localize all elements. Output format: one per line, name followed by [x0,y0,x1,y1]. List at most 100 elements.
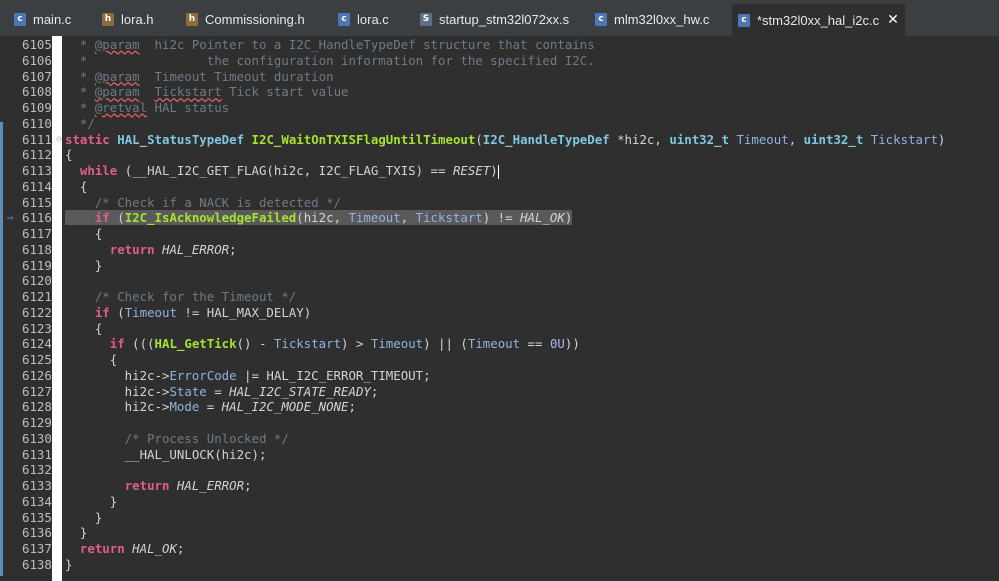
code-line[interactable]: 6106 * the configuration information for… [0,53,999,69]
c-file-icon: c [338,12,350,26]
line-number: 6136 [22,525,52,541]
line-number: 6127 [22,383,52,399]
code-line[interactable]: 6117 { [0,226,999,242]
code-text: { [65,147,73,163]
c-file-icon: c [738,13,750,27]
code-line[interactable]: 6133 return HAL_ERROR; [0,478,999,494]
code-text: /* Check for the Timeout */ [65,289,297,304]
tab-commissioning-h[interactable]: h Commissioning.h [186,8,305,30]
code-text: return HAL_ERROR; [109,241,237,257]
tab-mlm32l0xx-hw-c[interactable]: c mlm32l0xx_hw.c [595,8,709,30]
code-text: * @retval HAL status [65,100,230,115]
code-line[interactable]: 6126 hi2c->ErrorCode |= HAL_I2C_ERROR_TI… [0,368,999,384]
line-number: 6116 [22,210,52,226]
tab-stm32l0xx-hal-i2c-c[interactable]: c *stm32l0xx_hal_i2c.c ✕ [732,4,905,36]
code-line[interactable]: 6116 ⇨ if (I2C_IsAcknowledgeFailed(hi2c, … [0,210,999,226]
line-number: 6128 [22,399,52,415]
code-line[interactable]: 6124 if (((HAL_GetTick() - Tickstart) > … [0,336,999,352]
line-number: 6111 [22,131,52,147]
s-file-icon: S [420,12,432,26]
code-text: { [65,178,88,194]
code-text: * the configuration information for the … [65,52,595,68]
current-line-arrow-icon: ⇨ [7,211,14,225]
line-number: 6138 [22,556,52,572]
code-line[interactable]: 6113 while (__HAL_I2C_GET_FLAG(hi2c, I2C… [0,163,999,179]
code-line[interactable]: 6128 hi2c->Mode = HAL_I2C_MODE_NONE; [0,399,999,415]
line-number: 6129 [22,415,52,430]
code-text: static HAL_StatusTypeDef I2C_WaitOnTXISF… [65,131,946,147]
code-line[interactable]: 6121 /* Check for the Timeout */ [0,289,999,305]
code-line[interactable]: 6109 * @retval HAL status [0,100,999,116]
code-line[interactable]: 6120 [0,273,999,289]
code-text: } [65,257,103,273]
code-line[interactable]: 6114 { [0,179,999,195]
code-line[interactable]: 6110 */ [0,116,999,132]
tab-lora-h[interactable]: h lora.h [102,8,154,30]
code-line[interactable]: 6125 { [0,352,999,368]
line-number: 6126 [22,367,52,383]
line-number: 6137 [22,541,52,556]
line-number: 6125 [22,352,52,367]
code-line[interactable]: 6129 [0,415,999,431]
line-number: 6121 [22,289,52,304]
line-number: 6123 [22,320,52,336]
code-text: } [65,509,103,525]
line-number: 6108 [22,84,52,100]
code-text: if (((HAL_GetTick() - Tickstart) > Timeo… [109,336,580,352]
code-line[interactable]: 6136 } [0,525,999,541]
code-line[interactable]: 6111 ⊖ static HAL_StatusTypeDef I2C_WaitOn… [0,132,999,148]
tab-startup-s[interactable]: Sstartup_stm32l072xx.s [420,8,569,30]
line-number: 6112 [22,147,52,163]
c-file-icon: c [14,12,26,26]
line-number: 6115 [22,194,52,210]
code-line[interactable]: 6132 [0,462,999,478]
code-text: { [65,226,103,241]
code-line[interactable]: 6130 /* Process Unlocked */ [0,431,999,447]
code-text: } [65,525,88,541]
code-line[interactable]: 6138} [0,557,999,573]
code-text: { [65,320,103,336]
line-number: 6122 [22,304,52,320]
code-text: * @param hi2c Pointer to a I2C_HandleTyp… [65,37,595,52]
code-text: if (I2C_IsAcknowledgeFailed(hi2c, Timeou… [65,210,573,226]
code-line[interactable]: 6123 { [0,321,999,337]
code-line[interactable]: 6115 /* Check if a NACK is detected */ [0,195,999,211]
code-line[interactable]: 6135 } [0,510,999,526]
code-text: hi2c->Mode = HAL_I2C_MODE_NONE; [65,399,356,415]
code-line[interactable]: 6119 } [0,258,999,274]
code-line[interactable]: 6122 if (Timeout != HAL_MAX_DELAY) [0,305,999,321]
code-line[interactable]: 6134 } [0,494,999,510]
code-line[interactable]: 6118 return HAL_ERROR; [0,242,999,258]
line-number: 6113 [22,163,52,178]
editor-tab-bar: c main.c h lora.h h Commissioning.h c lora.c… [0,0,999,37]
code-text: /* Process Unlocked */ [65,430,289,446]
code-line[interactable]: 6112 { [0,147,999,163]
code-text: */ [65,115,95,131]
line-number: 6119 [22,257,52,273]
tab-lora-c[interactable]: c lora.c [338,8,389,30]
fold-toggle-icon[interactable]: ⊖ [56,132,62,148]
code-text: while (__HAL_I2C_GET_FLAG(hi2c, I2C_FLAG… [79,163,499,179]
code-line[interactable]: 6131 __HAL_UNLOCK(hi2c); [0,447,999,463]
line-number: 6133 [22,478,52,493]
tab-main-c[interactable]: c main.c [14,8,71,30]
line-number: 6120 [22,273,52,289]
code-editor[interactable]: 6105 * @param hi2c Pointer to a I2C_Hand… [0,36,999,581]
code-line[interactable]: 6127 hi2c->State = HAL_I2C_STATE_READY; [0,384,999,400]
line-number: 6134 [22,493,52,509]
line-number: 6124 [22,336,52,352]
text-cursor [497,164,499,179]
code-line[interactable]: 6108 * @param Tickstart Tick start value [0,84,999,100]
code-text: * @param Tickstart Tick start value [65,84,349,100]
code-line[interactable]: 6107 * @param Timeout Timeout duration [0,69,999,85]
line-number: 6114 [22,178,52,194]
line-number: 6110 [22,115,52,131]
line-number: 6109 [22,100,52,115]
code-text: } [65,556,73,572]
line-number: 6131 [22,446,52,462]
line-number: 6135 [22,509,52,525]
close-tab-icon[interactable]: ✕ [887,12,899,28]
h-file-icon: h [186,12,198,26]
code-line[interactable]: 6137 return HAL_OK; [0,541,999,557]
code-line[interactable]: 6105 * @param hi2c Pointer to a I2C_Hand… [0,37,999,53]
